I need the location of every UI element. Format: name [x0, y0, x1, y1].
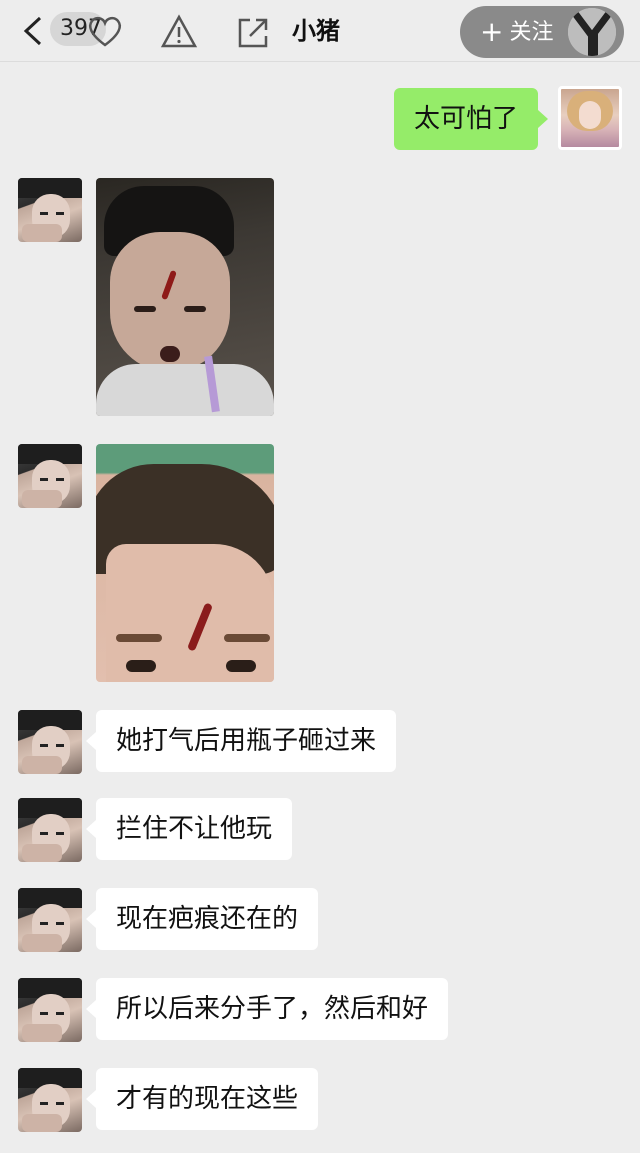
photo-eyebrow — [224, 634, 270, 642]
photo-eye — [184, 306, 206, 312]
contact-message-bubble[interactable]: 她打气后用瓶子砸过来 — [85, 710, 397, 772]
image-message-forehead-wound[interactable] — [96, 444, 274, 682]
chat-title: 小猪 — [292, 17, 340, 45]
back-icon[interactable] — [20, 12, 46, 50]
avatar-eye — [56, 832, 64, 835]
contact-avatar[interactable] — [18, 888, 82, 952]
avatar-eye — [56, 1012, 64, 1015]
contact-avatar[interactable] — [18, 978, 82, 1042]
photo-eye — [126, 660, 156, 672]
photo-eyebrow — [116, 634, 162, 642]
avatar-eye — [40, 922, 48, 925]
avatar-hand — [22, 1114, 62, 1132]
contact-message-bubble[interactable]: 才有的现在这些 — [85, 1068, 319, 1130]
contact-avatar[interactable] — [18, 798, 82, 862]
photo-shirt — [96, 364, 274, 416]
avatar-hand — [22, 756, 62, 774]
avatar-eye — [56, 1102, 64, 1105]
my-avatar[interactable] — [558, 86, 622, 150]
contact-avatar[interactable] — [18, 710, 82, 774]
avatar-eye — [40, 212, 48, 215]
contact-message-bubble[interactable]: 拦住不让他玩 — [85, 798, 293, 860]
avatar-eye — [40, 1012, 48, 1015]
follow-label: 关注 — [509, 20, 554, 45]
photo-eye — [134, 306, 156, 312]
avatar-eye — [56, 212, 64, 215]
avatar-eye — [56, 922, 64, 925]
avatar-hand — [22, 490, 62, 508]
avatar-eye — [40, 1102, 48, 1105]
avatar-eye — [40, 832, 48, 835]
contact-avatar[interactable] — [18, 1068, 82, 1132]
avatar-eye — [40, 478, 48, 481]
contact-message-bubble[interactable]: 所以后来分手了，然后和好 — [85, 978, 449, 1040]
avatar-eye — [56, 744, 64, 747]
avatar-hand — [22, 1024, 62, 1042]
heart-icon[interactable] — [86, 14, 124, 48]
avatar-face — [579, 101, 601, 129]
avatar-hand — [22, 934, 62, 952]
my-message-bubble[interactable]: 太可怕了 — [394, 88, 549, 150]
avatar-eye — [40, 744, 48, 747]
contact-avatar[interactable] — [18, 444, 82, 508]
photo-eye — [226, 660, 256, 672]
image-message-injury-face[interactable] — [96, 178, 274, 416]
account-avatar-image — [568, 8, 616, 56]
top-bar: 397 小猪 + 关注 — [0, 0, 640, 62]
plus-icon: + — [480, 15, 504, 48]
warning-icon[interactable] — [160, 14, 198, 50]
share-icon[interactable] — [236, 16, 270, 50]
account-avatar — [568, 8, 616, 56]
contact-avatar[interactable] — [18, 178, 82, 242]
avatar-eye — [56, 478, 64, 481]
contact-message-bubble[interactable]: 现在疤痕还在的 — [85, 888, 319, 950]
photo-mouth — [160, 346, 180, 362]
avatar-hand — [22, 224, 62, 242]
avatar-hand — [22, 844, 62, 862]
follow-button[interactable]: + 关注 — [460, 6, 624, 58]
